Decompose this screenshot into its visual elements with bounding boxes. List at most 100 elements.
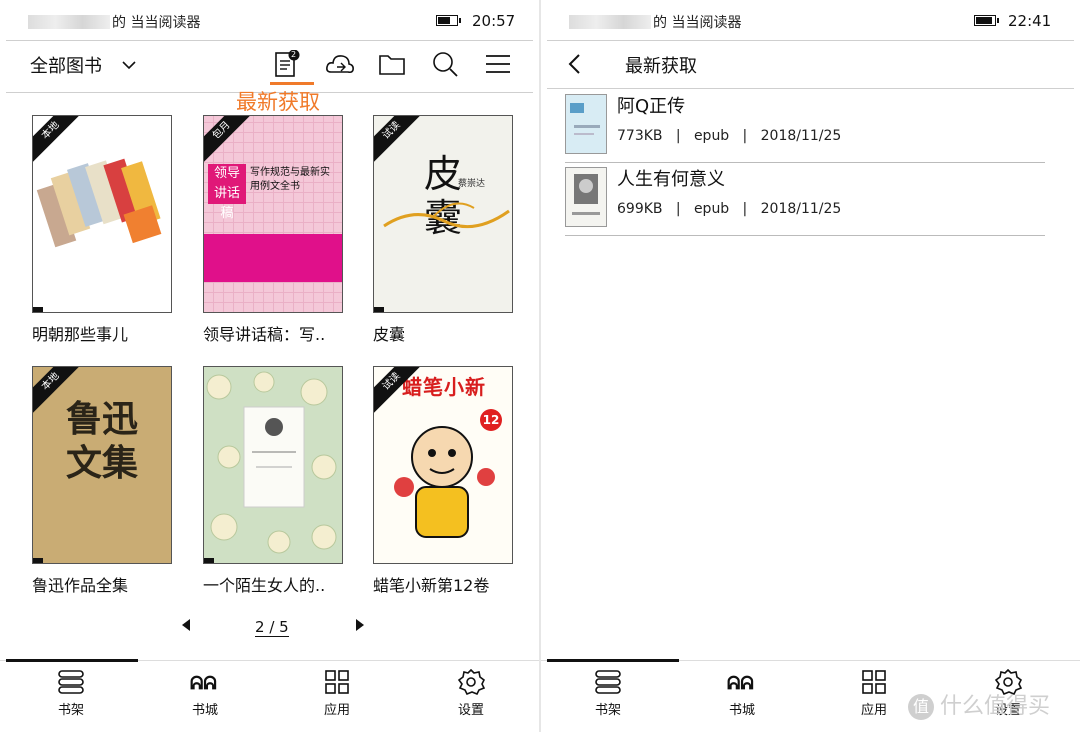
recent-books-screen: 的 当当阅读器 22:41 最新获取 阿Q正传 773KB | epub | 2…	[541, 0, 1080, 732]
active-tab-indicator	[6, 659, 138, 662]
book-title: 一个陌生女人的..	[203, 576, 326, 595]
svg-text:ᕱᕱ: ᕱᕱ	[727, 673, 754, 694]
cover-art	[383, 202, 510, 229]
cloud-icon	[326, 55, 354, 74]
device-name: 的 当当阅读器	[28, 12, 200, 32]
svg-text:ᕱᕱ: ᕱᕱ	[190, 673, 217, 694]
book-title: 蜡笔小新第12卷	[373, 576, 490, 595]
nav-store[interactable]: ᕱᕱ 书城	[160, 669, 250, 718]
cover-subtitle: 写作规范与最新实用例文全书	[250, 167, 330, 192]
book-title: 人生有何意义	[617, 169, 725, 190]
battery-level	[976, 17, 992, 24]
status-bar: 的 当当阅读器 22:41	[541, 0, 1080, 40]
book-meta: 699KB | epub | 2018/11/25	[617, 201, 842, 217]
search-button[interactable]	[431, 50, 459, 78]
book-card[interactable]: 领导讲话稿 写作规范与最新实用例文全书 包月 领导讲话稿：写..	[203, 115, 343, 344]
book-cover: 领导讲话稿 写作规范与最新实用例文全书 包月	[203, 115, 343, 313]
clock: 22:41	[1008, 12, 1052, 30]
nav-bookshelf[interactable]: 书架	[26, 669, 116, 718]
book-meta: 773KB | epub | 2018/11/25	[617, 128, 842, 144]
cover-big-title: 领导讲话稿	[208, 164, 246, 221]
menu-icon	[486, 55, 510, 73]
cover-art	[570, 103, 600, 135]
apps-grid-icon	[325, 670, 349, 694]
book-cover: 蜡笔小新 12 试读	[373, 366, 513, 564]
nav-bookshelf[interactable]: 书架	[563, 669, 653, 718]
book-title: 鲁迅作品全集	[32, 576, 129, 595]
book-cover: 本地	[32, 115, 172, 313]
book-thumbnail	[565, 94, 607, 154]
progress-marker	[204, 558, 214, 563]
progress-marker	[33, 558, 43, 563]
library-filter[interactable]: 全部图书	[30, 52, 136, 78]
folder-icon	[379, 55, 405, 75]
battery-icon	[974, 15, 999, 26]
book-cover: 皮囊 蔡崇达 试读	[373, 115, 513, 313]
cover-art	[36, 158, 162, 248]
bookshelf-icon	[595, 670, 621, 694]
battery-icon	[436, 15, 461, 26]
book-cover: 鲁迅文集 本地	[32, 366, 172, 564]
watermark: 值什么值得买	[907, 688, 1050, 720]
dangdang-store-icon: ᕱᕱ	[190, 673, 217, 694]
book-title: 皮囊	[373, 325, 406, 344]
blurred-owner-name	[28, 15, 110, 29]
menu-button[interactable]	[484, 50, 512, 78]
device-name: 的 当当阅读器	[569, 12, 741, 32]
book-thumbnail	[565, 167, 607, 227]
bottom-nav: 书架 ᕱᕱ 书城 应用 设置	[0, 659, 539, 732]
book-card[interactable]: 鲁迅文集 本地 鲁迅作品全集	[32, 366, 172, 595]
list-item[interactable]: 人生有何意义 699KB | epub | 2018/11/25	[565, 165, 1045, 237]
prev-page-button[interactable]	[180, 618, 192, 636]
recent-books-button[interactable]: 2	[272, 49, 300, 78]
progress-marker	[374, 307, 384, 312]
annotation-underline	[270, 82, 314, 85]
divider	[565, 235, 1045, 236]
book-card[interactable]: 本地 明朝那些事儿	[32, 115, 172, 344]
book-card[interactable]: 蜡笔小新 12 试读 蜡笔小新第12卷	[373, 366, 513, 595]
folder-button[interactable]	[378, 50, 406, 78]
annotation-label: 最新获取	[236, 90, 320, 114]
divider	[547, 88, 1074, 89]
cloud-button[interactable]	[325, 50, 354, 78]
progress-marker	[33, 307, 43, 312]
triangle-left-icon	[182, 619, 190, 631]
dangdang-store-icon: ᕱᕱ	[727, 673, 754, 694]
nav-store[interactable]: ᕱᕱ 书城	[697, 669, 787, 718]
nav-apps[interactable]: 应用	[292, 669, 382, 718]
back-button[interactable]	[565, 52, 585, 76]
book-title: 明朝那些事儿	[32, 325, 129, 344]
bookshelf-screen: 的 当当阅读器 20:57 全部图书 2 最新获取 本地 明朝那些事儿 领导讲话…	[0, 0, 539, 732]
nav-settings[interactable]: 设置	[426, 669, 516, 718]
notification-badge: 2	[291, 50, 297, 59]
divider	[547, 40, 1074, 41]
battery-level	[438, 17, 450, 24]
chevron-down-icon	[122, 61, 136, 70]
cover-band	[204, 234, 342, 282]
book-cover	[203, 366, 343, 564]
watermark-logo: 值	[907, 694, 934, 720]
triangle-right-icon	[356, 619, 364, 631]
active-tab-indicator	[547, 659, 679, 662]
settings-gear-icon	[457, 669, 485, 695]
book-card[interactable]: 皮囊 蔡崇达 试读 皮囊	[373, 115, 513, 344]
cover-art	[572, 174, 600, 215]
search-icon	[433, 52, 458, 77]
status-bar: 的 当当阅读器 20:57	[0, 0, 539, 40]
divider	[565, 162, 1045, 163]
clock: 20:57	[472, 12, 516, 30]
page-indicator: 2 / 5	[255, 618, 289, 637]
book-card[interactable]: 一个陌生女人的..	[203, 366, 343, 595]
cover-art	[394, 426, 495, 538]
page-title: 最新获取	[625, 56, 697, 77]
list-item[interactable]: 阿Q正传 773KB | epub | 2018/11/25	[565, 92, 1045, 164]
book-title: 阿Q正传	[617, 96, 686, 117]
nav-apps[interactable]: 应用	[829, 669, 919, 718]
next-page-button[interactable]	[354, 618, 366, 636]
book-title: 领导讲话稿：写..	[203, 325, 326, 344]
cover-big-title: 鲁迅文集	[65, 398, 138, 484]
blurred-owner-name	[569, 15, 651, 29]
chevron-left-icon	[568, 54, 580, 74]
bookshelf-icon	[58, 670, 84, 694]
cover-art	[206, 371, 337, 554]
